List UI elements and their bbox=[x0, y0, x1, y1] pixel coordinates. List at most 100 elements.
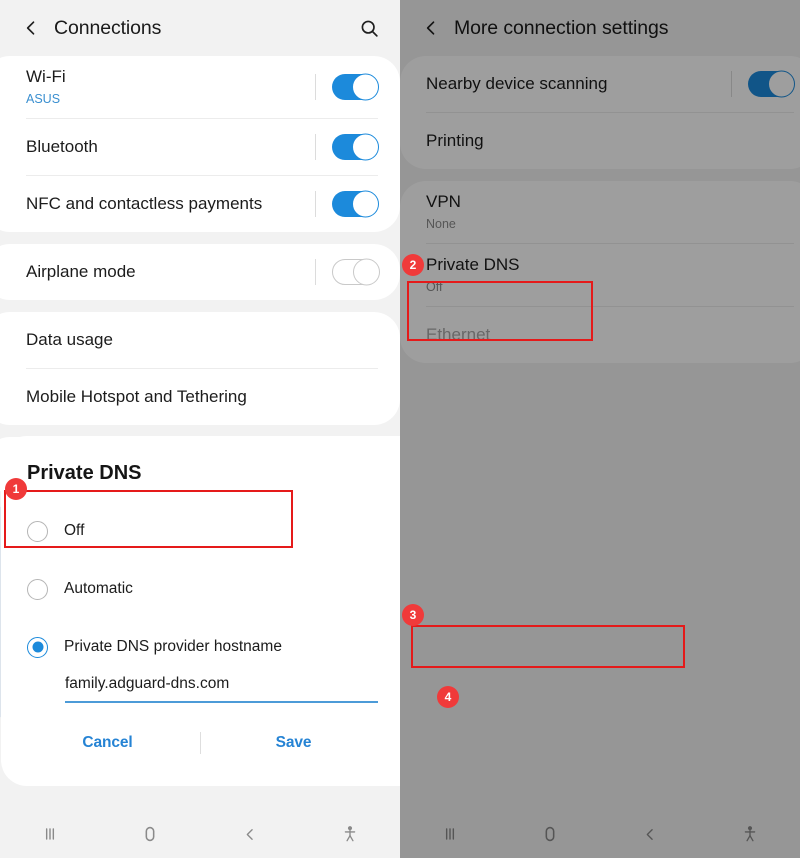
toggle-wrapper bbox=[315, 190, 379, 218]
page-title: Connections bbox=[54, 16, 162, 39]
list-item-label: NFC and contactless payments bbox=[26, 193, 263, 213]
toggle-divider bbox=[315, 74, 316, 101]
row-text: Ethernet bbox=[426, 324, 794, 347]
row-text: Wi-Fi ASUS bbox=[26, 66, 315, 108]
nearby-device-scanning-toggle[interactable] bbox=[748, 70, 795, 98]
radio-option-off[interactable]: Off bbox=[1, 509, 400, 553]
right-header: More connection settings bbox=[400, 0, 800, 56]
settings-card-airplane: Airplane mode bbox=[0, 244, 400, 301]
hostname-input-wrapper: family.adguard-dns.com bbox=[1, 669, 400, 703]
back-icon[interactable] bbox=[14, 11, 48, 45]
right-navigation-bar bbox=[400, 810, 800, 858]
list-item-label: Nearby device scanning bbox=[426, 73, 608, 93]
list-item-subtitle: Off bbox=[426, 280, 443, 294]
list-item-subtitle: None bbox=[426, 216, 456, 231]
list-item-mobile-hotspot[interactable]: Mobile Hotspot and Tethering bbox=[0, 369, 400, 425]
radio-label: Private DNS provider hostname bbox=[64, 638, 282, 655]
list-item-label: Data usage bbox=[26, 329, 113, 349]
toggle-wrapper bbox=[731, 70, 795, 98]
list-item-label: Mobile Hotspot and Tethering bbox=[26, 386, 247, 406]
radio-button[interactable] bbox=[27, 520, 48, 542]
toggle-knob bbox=[352, 258, 380, 286]
radio-button[interactable] bbox=[27, 636, 48, 658]
settings-card-nearby: Nearby device scanning Printing bbox=[400, 56, 800, 169]
search-icon[interactable] bbox=[352, 11, 386, 45]
row-text: Printing bbox=[426, 130, 794, 153]
right-phone-panel: More connection settings Nearby device s… bbox=[400, 0, 800, 858]
row-text: Airplane mode bbox=[26, 261, 315, 284]
annotation-badge-1: 1 bbox=[5, 478, 27, 500]
list-item-private-dns[interactable]: Private DNS Off bbox=[400, 244, 800, 306]
annotation-badge-3: 3 bbox=[402, 604, 424, 626]
radio-option-provider-hostname[interactable]: Private DNS provider hostname bbox=[1, 625, 400, 669]
row-text: VPN None bbox=[426, 191, 794, 233]
list-item-nearby-device-scanning[interactable]: Nearby device scanning bbox=[400, 56, 800, 112]
dialog-actions: Cancel Save bbox=[1, 715, 400, 771]
settings-card-data: Data usage Mobile Hotspot and Tethering bbox=[0, 312, 400, 426]
toggle-knob bbox=[352, 73, 379, 101]
toggle-divider bbox=[731, 71, 732, 97]
bluetooth-toggle[interactable] bbox=[332, 133, 379, 161]
row-text: Data usage bbox=[26, 329, 378, 352]
list-item-label: Ethernet bbox=[426, 324, 491, 344]
list-item-data-usage[interactable]: Data usage bbox=[0, 312, 400, 368]
row-text: Private DNS Off bbox=[426, 254, 794, 296]
radio-button[interactable] bbox=[27, 578, 48, 600]
list-item-vpn[interactable]: VPN None bbox=[400, 181, 800, 243]
back-icon[interactable] bbox=[414, 11, 448, 45]
row-text: NFC and contactless payments bbox=[26, 193, 315, 216]
annotation-badge-4: 4 bbox=[437, 686, 459, 708]
list-item-label: Private DNS bbox=[426, 255, 520, 275]
radio-label: Automatic bbox=[64, 580, 133, 597]
accessibility-icon[interactable] bbox=[700, 810, 800, 858]
settings-card-connectivity: Wi-Fi ASUS Bluetooth NFC and contactless… bbox=[0, 56, 400, 233]
left-header: Connections bbox=[0, 0, 400, 56]
wifi-toggle[interactable] bbox=[332, 73, 379, 101]
home-icon[interactable] bbox=[500, 810, 600, 858]
settings-card-vpn-dns: VPN None Private DNS Off Ethernet bbox=[400, 181, 800, 364]
back-icon[interactable] bbox=[200, 810, 300, 858]
save-button[interactable]: Save bbox=[201, 734, 386, 752]
list-item-label: Wi-Fi bbox=[26, 67, 66, 86]
list-item-subtitle: ASUS bbox=[26, 91, 61, 106]
screenshot-root: Connections Wi-Fi ASUS Bluetooth NFC and… bbox=[0, 0, 800, 858]
toggle-divider bbox=[315, 259, 316, 286]
toggle-wrapper bbox=[315, 73, 379, 101]
list-item-nfc[interactable]: NFC and contactless payments bbox=[0, 176, 400, 232]
row-text: Mobile Hotspot and Tethering bbox=[26, 386, 378, 409]
dialog-title: Private DNS bbox=[27, 462, 142, 484]
toggle-wrapper bbox=[315, 133, 379, 161]
toggle-knob bbox=[768, 70, 795, 98]
row-text: Bluetooth bbox=[26, 136, 315, 159]
nfc-toggle[interactable] bbox=[332, 190, 379, 218]
toggle-wrapper bbox=[315, 258, 380, 286]
radio-option-automatic[interactable]: Automatic bbox=[1, 567, 400, 611]
toggle-divider bbox=[315, 134, 316, 161]
hostname-input[interactable]: family.adguard-dns.com bbox=[65, 675, 378, 703]
accessibility-icon[interactable] bbox=[300, 810, 400, 858]
list-item-label: Bluetooth bbox=[26, 136, 98, 156]
list-item-wifi[interactable]: Wi-Fi ASUS bbox=[0, 56, 400, 118]
cancel-button[interactable]: Cancel bbox=[15, 734, 200, 752]
list-item-label: Printing bbox=[426, 130, 484, 150]
list-item-ethernet: Ethernet bbox=[400, 307, 800, 363]
row-text: Nearby device scanning bbox=[426, 73, 731, 96]
toggle-knob bbox=[352, 133, 379, 161]
page-title: More connection settings bbox=[454, 16, 669, 39]
home-icon[interactable] bbox=[100, 810, 200, 858]
radio-label: Off bbox=[64, 522, 85, 539]
list-item-label: Airplane mode bbox=[26, 261, 136, 281]
left-navigation-bar bbox=[0, 810, 400, 858]
recents-icon[interactable] bbox=[0, 810, 100, 858]
toggle-divider bbox=[315, 191, 316, 218]
annotation-badge-2: 2 bbox=[402, 254, 424, 276]
toggle-knob bbox=[352, 190, 379, 218]
airplane-mode-toggle[interactable] bbox=[332, 258, 380, 286]
list-item-label: VPN bbox=[426, 192, 461, 211]
back-icon[interactable] bbox=[600, 810, 700, 858]
private-dns-dialog: Private DNS Off Automatic Private DNS pr… bbox=[1, 436, 400, 786]
recents-icon[interactable] bbox=[400, 810, 500, 858]
list-item-airplane-mode[interactable]: Airplane mode bbox=[0, 244, 400, 300]
list-item-printing[interactable]: Printing bbox=[400, 113, 800, 169]
list-item-bluetooth[interactable]: Bluetooth bbox=[0, 119, 400, 175]
